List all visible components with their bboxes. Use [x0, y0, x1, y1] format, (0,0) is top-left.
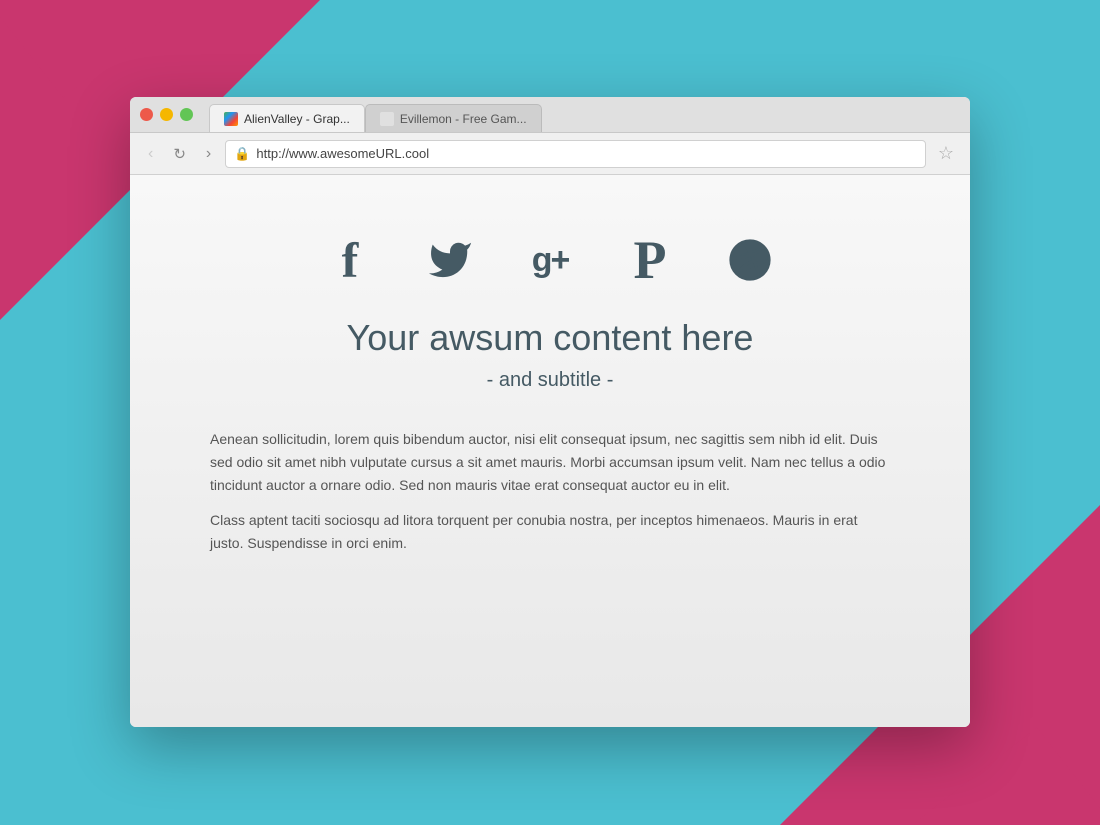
twitter-bird: [427, 237, 473, 283]
pinterest-icon[interactable]: P: [625, 235, 675, 285]
tab-alienvalley[interactable]: AlienValley - Grap...: [209, 104, 365, 132]
star-icon: ☆: [938, 143, 954, 163]
maximize-button[interactable]: [180, 108, 193, 121]
forward-button[interactable]: ›: [200, 141, 217, 167]
tab-alienvalley-label: AlienValley - Grap...: [244, 112, 350, 126]
page-subtitle: - and subtitle -: [487, 369, 614, 392]
tab-evillemon-label: Evillemon - Free Gam...: [400, 112, 527, 126]
bookmark-button[interactable]: ☆: [934, 143, 958, 164]
refresh-button[interactable]: ↻: [167, 141, 192, 167]
googleplus-icon[interactable]: g+: [525, 235, 575, 285]
back-button[interactable]: ‹: [142, 141, 159, 167]
facebook-letter: f: [342, 235, 359, 285]
evillemon-favicon: [380, 112, 394, 126]
window-controls: [140, 108, 193, 121]
body-paragraph-1: Aenean sollicitudin, lorem quis bibendum…: [210, 428, 890, 497]
forward-icon: ›: [206, 145, 211, 163]
tab-evillemon[interactable]: Evillemon - Free Gam...: [365, 104, 542, 132]
googleplus-label: g+: [532, 241, 569, 280]
dribbble-svg: [727, 237, 773, 283]
address-bar[interactable]: 🔒 http://www.awesomeURL.cool: [225, 140, 926, 168]
close-button[interactable]: [140, 108, 153, 121]
title-bar: AlienValley - Grap... Evillemon - Free G…: [130, 97, 970, 133]
lock-icon: 🔒: [234, 146, 250, 162]
refresh-icon: ↻: [173, 145, 186, 163]
browser-window: AlienValley - Grap... Evillemon - Free G…: [130, 97, 970, 727]
social-icons-row: f g+ P: [325, 235, 775, 285]
minimize-button[interactable]: [160, 108, 173, 121]
facebook-icon[interactable]: f: [325, 235, 375, 285]
page-heading: Your awsum content here: [347, 317, 754, 359]
alienvalley-favicon: [224, 112, 238, 126]
body-text: Aenean sollicitudin, lorem quis bibendum…: [210, 428, 890, 567]
pinterest-letter: P: [634, 233, 667, 287]
url-text: http://www.awesomeURL.cool: [256, 146, 916, 161]
body-paragraph-2: Class aptent taciti sociosqu ad litora t…: [210, 509, 890, 555]
dribbble-icon[interactable]: [725, 235, 775, 285]
twitter-icon[interactable]: [425, 235, 475, 285]
page-content: f g+ P: [130, 175, 970, 727]
nav-bar: ‹ ↻ › 🔒 http://www.awesomeURL.cool ☆: [130, 133, 970, 175]
back-icon: ‹: [148, 145, 153, 163]
tabs-bar: AlienValley - Grap... Evillemon - Free G…: [209, 97, 542, 132]
